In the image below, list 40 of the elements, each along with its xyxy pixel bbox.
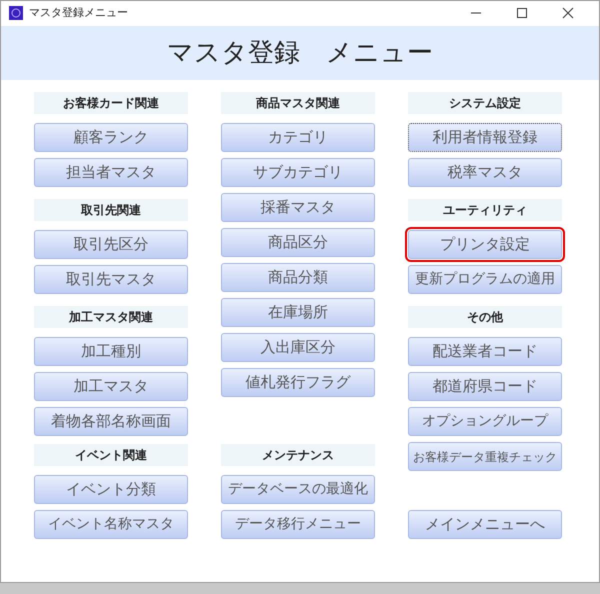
menu-button[interactable]: 更新プログラムの適用 [408,265,562,294]
section-header: イベント関連 [34,444,188,466]
section-header: 商品マスタ関連 [221,92,375,114]
menu-button[interactable]: 顧客ランク [34,123,188,152]
menu-button[interactable]: イベント名称マスタ [34,510,188,539]
menu-button[interactable]: カテゴリ [221,123,375,152]
menu-button[interactable]: イベント分類 [34,475,188,504]
section-header: ユーティリティ [408,199,562,221]
menu-button[interactable]: サブカテゴリ [221,158,375,187]
menu-button[interactable]: プリンタ設定 [408,230,562,259]
menu-button[interactable]: 担当者マスタ [34,158,188,187]
menu-button[interactable]: 配送業者コード [408,337,562,366]
menu-button[interactable]: 値札発行フラグ [221,368,375,397]
menu-button[interactable]: お客様データ重複チェック [408,442,562,471]
app-icon [9,6,23,20]
menu-button[interactable]: 採番マスタ [221,193,375,222]
menu-button[interactable]: 取引先区分 [34,230,188,259]
menu-button[interactable]: 在庫場所 [221,298,375,327]
menu-button[interactable]: 入出庫区分 [221,333,375,362]
section-header: メンテナンス [221,444,375,466]
menu-button[interactable]: 利用者情報登録 [408,123,562,152]
menu-button[interactable]: メインメニューへ [408,510,562,539]
section-header: システム設定 [408,92,562,114]
menu-button[interactable]: 税率マスタ [408,158,562,187]
menu-button[interactable]: データ移行メニュー [221,510,375,539]
menu-button[interactable]: 取引先マスタ [34,265,188,294]
menu-button[interactable]: 都道府県コード [408,372,562,401]
section-header: お客様カード関連 [34,92,188,114]
menu-button[interactable]: 着物各部名称画面 [34,407,188,436]
menu-button[interactable]: 商品分類 [221,263,375,292]
section-header: 加工マスタ関連 [34,306,188,328]
menu-button[interactable]: 商品区分 [221,228,375,257]
section-header: 取引先関連 [34,199,188,221]
menu-button[interactable]: オプショングループ [408,407,562,436]
section-header: その他 [408,306,562,328]
menu-button[interactable]: 加工種別 [34,337,188,366]
menu-button[interactable]: 加工マスタ [34,372,188,401]
page-title: マスタ登録 メニュー [167,36,433,70]
menu-button[interactable]: データベースの最適化 [221,475,375,504]
window-title: マスタ登録メニュー [29,4,128,21]
